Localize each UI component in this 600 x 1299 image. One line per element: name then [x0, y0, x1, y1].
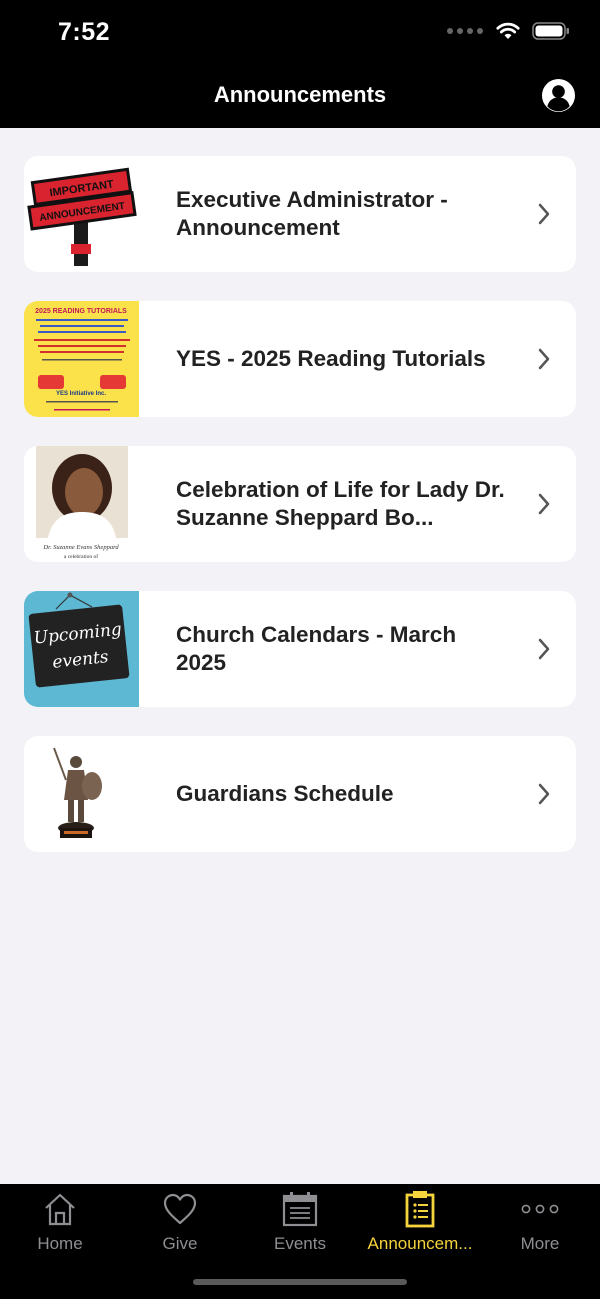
thumb-text: Dr. Suzanne Evans Sheppard: [42, 544, 119, 551]
announcement-card[interactable]: Guardians Schedule: [24, 736, 576, 852]
tab-label: Events: [274, 1234, 326, 1253]
tab-more[interactable]: More: [480, 1190, 600, 1260]
profile-icon[interactable]: [541, 78, 576, 113]
thumb-text: 2025 READING TUTORIALS: [35, 308, 127, 315]
announcement-title: Executive Administrator - Announcement: [176, 187, 448, 240]
reading-tutorials-thumbnail: 2025 READING TUTORIALS YES Initiative In…: [24, 301, 139, 417]
tab-label: Announcem...: [367, 1234, 473, 1253]
chevron-right-icon: [538, 638, 550, 660]
upcoming-events-thumbnail: Upcoming events: [24, 591, 139, 707]
navigation-bar: Announcements: [0, 64, 600, 128]
tab-bar: Home Give Events Announcem... More: [0, 1184, 600, 1299]
announcement-title: YES - 2025 Reading Tutorials: [176, 346, 486, 371]
portrait-thumbnail: Dr. Suzanne Evans Sheppard a celebration…: [24, 446, 139, 562]
home-icon: [45, 1193, 75, 1226]
tab-home[interactable]: Home: [0, 1190, 120, 1260]
wifi-icon: [496, 22, 520, 39]
announcement-title: Guardians Schedule: [176, 781, 394, 806]
calendar-icon: [282, 1192, 318, 1227]
heart-icon: [163, 1193, 197, 1225]
announcement-card[interactable]: Dr. Suzanne Evans Sheppard a celebration…: [24, 446, 576, 562]
chevron-right-icon: [538, 493, 550, 515]
tab-give[interactable]: Give: [120, 1190, 240, 1260]
tab-label: More: [520, 1234, 560, 1253]
tab-announcements[interactable]: Announcem...: [360, 1190, 480, 1260]
chevron-right-icon: [538, 783, 550, 805]
tab-label: Home: [37, 1234, 83, 1253]
chevron-right-icon: [538, 203, 550, 225]
status-time: 7:52: [58, 18, 111, 46]
battery-icon: [532, 22, 569, 40]
clipboard-icon: [405, 1191, 435, 1228]
announcement-card[interactable]: 2025 READING TUTORIALS YES Initiative In…: [24, 301, 576, 417]
thumb-text: a celebration of: [64, 553, 98, 560]
announcement-card[interactable]: IMPORTANT ANNOUNCEMENT Executive Adminis…: [24, 156, 576, 272]
tab-label: Give: [162, 1234, 198, 1253]
thumb-text: YES Initiative Inc.: [56, 391, 106, 397]
announcement-title: Church Calendars - March 2025: [176, 622, 457, 675]
chevron-right-icon: [538, 348, 550, 370]
announcement-list: IMPORTANT ANNOUNCEMENT Executive Adminis…: [24, 156, 576, 881]
tab-events[interactable]: Events: [240, 1190, 360, 1260]
signal-dots-icon: [447, 28, 483, 34]
status-icons: [446, 22, 570, 40]
important-announcement-thumbnail: IMPORTANT ANNOUNCEMENT: [24, 156, 139, 272]
announcement-title: Celebration of Life for Lady Dr. Suzanne…: [176, 477, 505, 530]
page-title: Announcements: [213, 82, 387, 107]
knight-statue-thumbnail: [24, 736, 139, 852]
status-bar: 7:52: [0, 0, 600, 64]
more-icon: [521, 1204, 559, 1214]
announcement-card[interactable]: Upcoming events Church Calendars - March…: [24, 591, 576, 707]
home-indicator: [193, 1279, 407, 1285]
